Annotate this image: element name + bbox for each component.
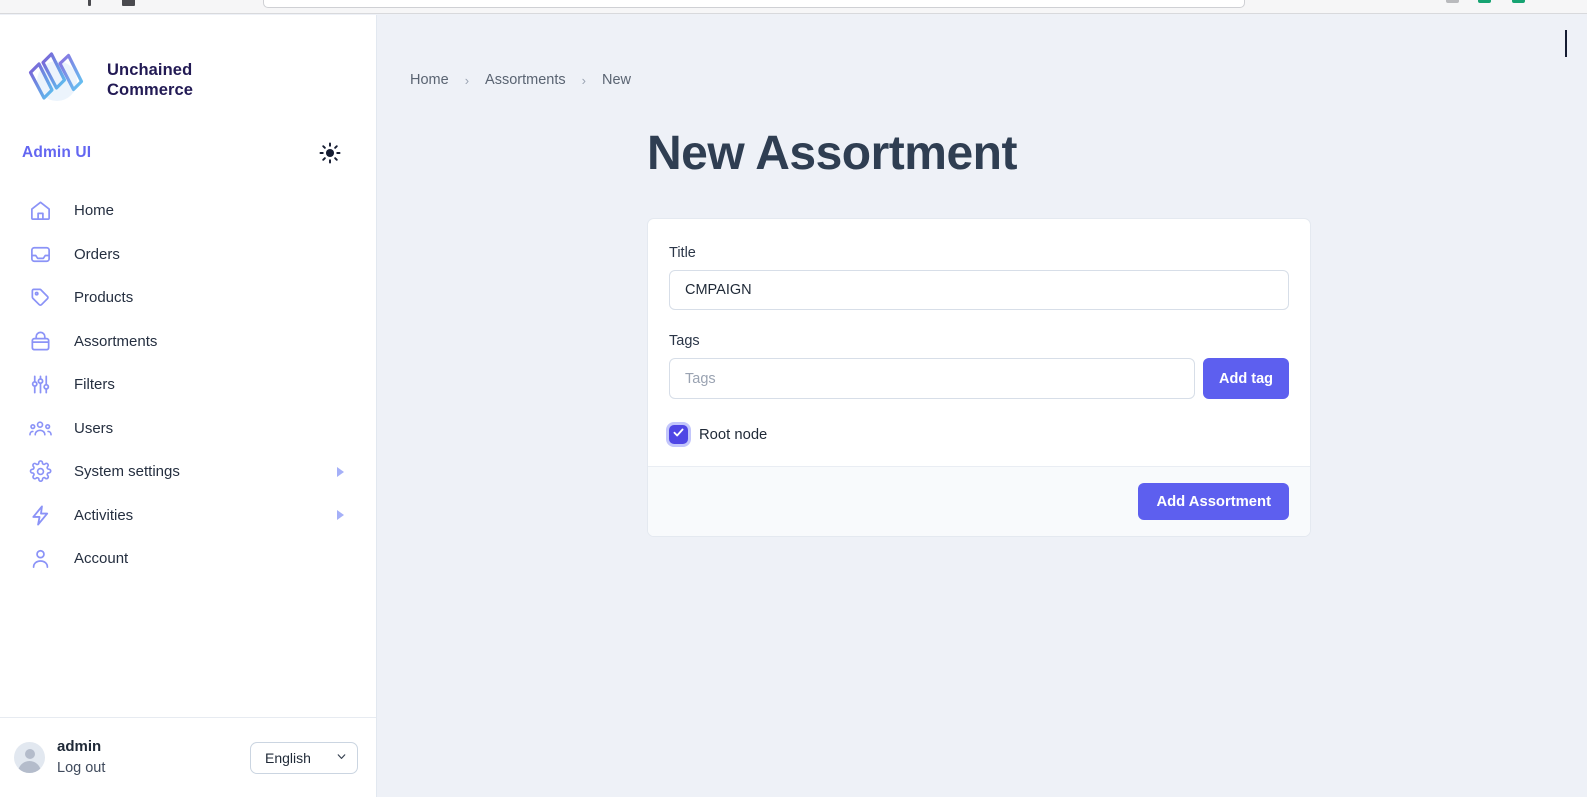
add-tag-button[interactable]: Add tag bbox=[1203, 358, 1289, 399]
root-node-row: Root node bbox=[669, 425, 1289, 444]
caret-right-icon[interactable] bbox=[337, 510, 344, 521]
browser-chrome-strip bbox=[0, 0, 1587, 14]
sidebar-item-label: Activities bbox=[74, 506, 134, 524]
sidebar-item-label: System settings bbox=[74, 463, 180, 481]
chevron-right-icon: › bbox=[464, 72, 470, 88]
form-card-footer: Add Assortment bbox=[648, 466, 1310, 536]
sidebar-item-products[interactable]: Products bbox=[0, 276, 376, 320]
gear-icon bbox=[28, 460, 52, 484]
admin-ui-title[interactable]: Admin UI bbox=[22, 144, 91, 162]
language-select-value: English bbox=[265, 749, 311, 766]
add-assortment-button[interactable]: Add Assortment bbox=[1138, 483, 1289, 520]
caret-right-icon[interactable] bbox=[337, 466, 344, 477]
sidebar-item-label: Products bbox=[74, 289, 134, 307]
person-icon bbox=[28, 547, 52, 571]
tags-input[interactable] bbox=[669, 358, 1196, 399]
browser-menu-icon[interactable] bbox=[1512, 0, 1525, 3]
text-cursor-caret bbox=[1565, 30, 1567, 57]
user-block: admin Log out bbox=[57, 737, 238, 778]
app-root: Unchained Commerce Admin UI Home Orders … bbox=[0, 15, 1587, 797]
page-title: New Assortment bbox=[647, 127, 1017, 180]
sidebar-nav: Home Orders Products Assortments Filters… bbox=[0, 177, 376, 717]
sidebar-item-account[interactable]: Account bbox=[0, 537, 376, 581]
unchained-logo-icon bbox=[27, 48, 91, 114]
root-node-checkbox[interactable] bbox=[669, 425, 688, 444]
brand-name-line2: Commerce bbox=[107, 81, 194, 99]
brand-name-line1: Unchained bbox=[107, 61, 193, 80]
sidebar-item-label: Filters bbox=[74, 376, 115, 394]
title-field-group: Title bbox=[669, 245, 1289, 310]
user-name: admin bbox=[57, 738, 102, 756]
inbox-icon bbox=[28, 242, 52, 266]
browser-reload-button[interactable] bbox=[122, 0, 135, 6]
home-icon bbox=[28, 199, 52, 223]
tags-input-row: Add tag bbox=[669, 358, 1289, 399]
bolt-icon bbox=[28, 503, 52, 527]
sidebar: Unchained Commerce Admin UI Home Orders … bbox=[0, 15, 377, 797]
new-assortment-form-card: Title Tags Add tag Ro bbox=[647, 218, 1311, 537]
form-card-body: Title Tags Add tag Ro bbox=[648, 219, 1310, 466]
sidebar-item-label: Orders bbox=[74, 245, 120, 263]
language-select[interactable]: English bbox=[250, 741, 358, 774]
sidebar-item-label: Home bbox=[74, 202, 115, 220]
breadcrumb-item-home[interactable]: Home bbox=[410, 72, 449, 88]
title-field-label: Title bbox=[669, 245, 696, 261]
sun-icon[interactable] bbox=[316, 139, 344, 167]
main-content: Home › Assortments › New New Assortment … bbox=[377, 15, 1587, 797]
sidebar-item-assortments[interactable]: Assortments bbox=[0, 320, 376, 364]
avatar-icon[interactable] bbox=[14, 742, 45, 773]
sidebar-item-users[interactable]: Users bbox=[0, 407, 376, 451]
admin-ui-row: Admin UI bbox=[0, 129, 376, 177]
users-icon bbox=[28, 416, 52, 440]
tags-field-label: Tags bbox=[669, 333, 700, 349]
browser-profile-icon[interactable] bbox=[1478, 0, 1491, 3]
tag-icon bbox=[28, 286, 52, 310]
sidebar-item-system-settings[interactable]: System settings bbox=[0, 450, 376, 494]
logout-link[interactable]: Log out bbox=[57, 760, 105, 776]
tags-field-group: Tags Add tag bbox=[669, 333, 1289, 399]
sidebar-footer: admin Log out English bbox=[0, 717, 376, 797]
browser-back-button[interactable] bbox=[88, 0, 91, 6]
sidebar-item-filters[interactable]: Filters bbox=[0, 363, 376, 407]
archive-icon bbox=[28, 329, 52, 353]
breadcrumb-item-assortments[interactable]: Assortments bbox=[485, 72, 566, 88]
check-icon bbox=[672, 426, 685, 444]
brand-header[interactable]: Unchained Commerce bbox=[0, 15, 376, 121]
browser-address-bar[interactable] bbox=[263, 0, 1245, 8]
sliders-icon bbox=[28, 373, 52, 397]
breadcrumb: Home › Assortments › New bbox=[377, 15, 1587, 88]
sidebar-item-label: Account bbox=[74, 550, 129, 568]
sidebar-item-label: Assortments bbox=[74, 332, 158, 350]
browser-extensions-icon[interactable] bbox=[1446, 0, 1459, 3]
sidebar-item-activities[interactable]: Activities bbox=[0, 494, 376, 538]
sidebar-item-orders[interactable]: Orders bbox=[0, 233, 376, 277]
title-input[interactable] bbox=[669, 270, 1289, 310]
root-node-label[interactable]: Root node bbox=[699, 427, 767, 443]
breadcrumb-item-new: New bbox=[601, 72, 631, 88]
brand-name: Unchained Commerce bbox=[107, 61, 193, 100]
chevron-right-icon: › bbox=[581, 72, 586, 88]
chevron-down-icon bbox=[335, 750, 348, 766]
sidebar-item-label: Users bbox=[74, 419, 114, 437]
sidebar-item-home[interactable]: Home bbox=[0, 189, 376, 233]
